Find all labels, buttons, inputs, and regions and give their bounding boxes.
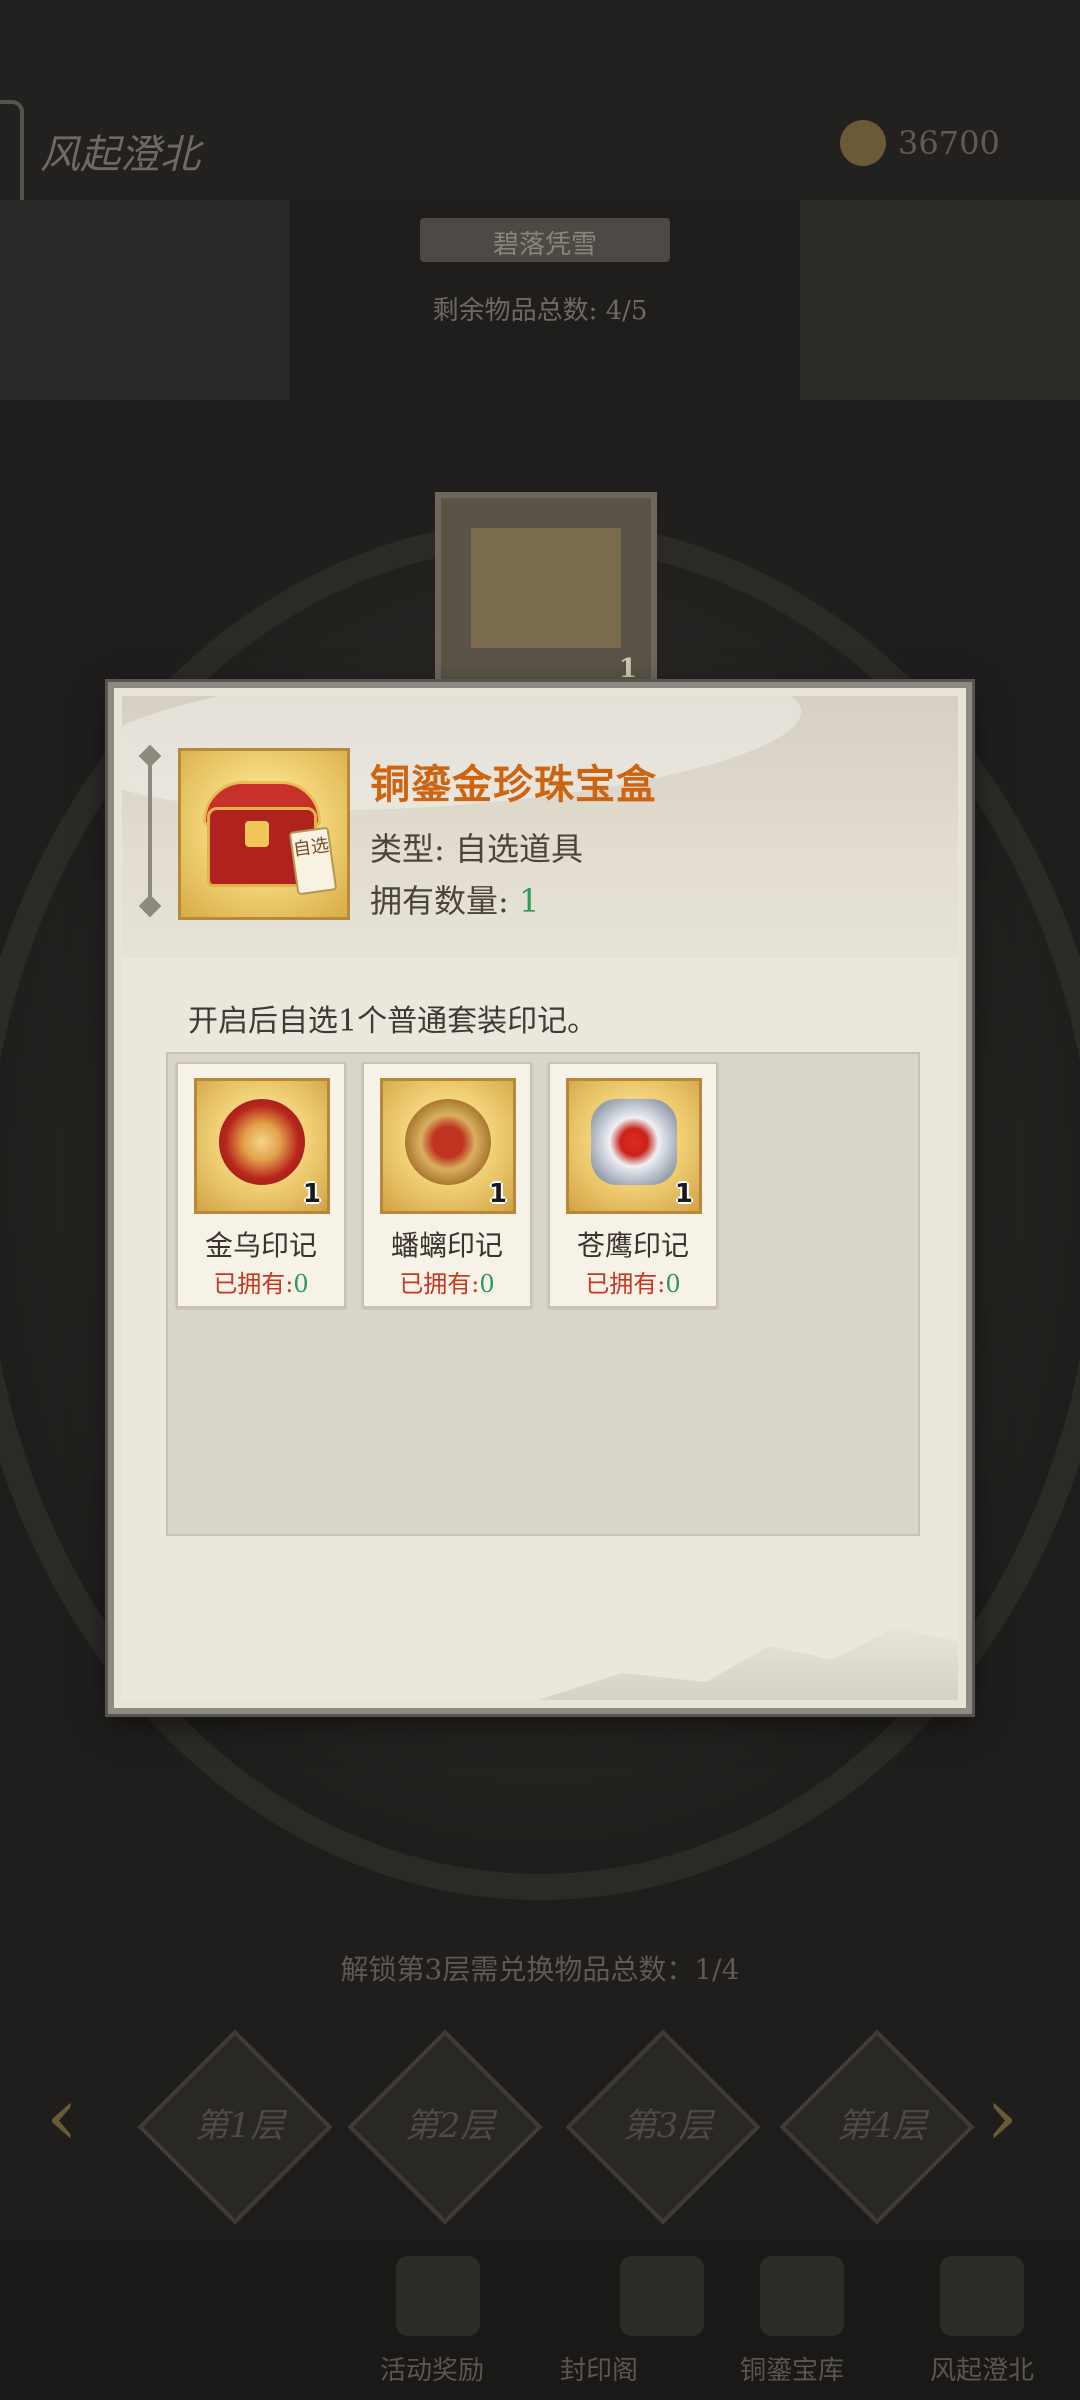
floor-3-label: 第3层 — [622, 2105, 713, 2146]
treasure-chest-icon: 自选 — [178, 748, 350, 920]
owned-quantity-label: 拥有数量: — [370, 882, 509, 920]
panchi-dragon-seal-icon — [405, 1099, 491, 1185]
preview-item-icon — [471, 528, 621, 648]
ink-landscape-decoration — [538, 1628, 958, 1700]
nav-tab-2[interactable]: 封印阁 — [560, 2350, 638, 2387]
item-owned-quantity: 拥有数量: 1 — [370, 876, 539, 922]
golden-crow-seal-icon — [219, 1099, 305, 1185]
selectable-tag: 自选 — [288, 826, 338, 896]
header-bracket-line — [148, 756, 152, 906]
option-count: 1 — [674, 1179, 693, 1209]
chest-lock — [245, 821, 269, 847]
item-type: 类型: 自选道具 — [370, 830, 583, 868]
nav-tab-1[interactable]: 活动奖励 — [380, 2350, 484, 2387]
option-owned: 已拥有:0 — [178, 1264, 344, 1299]
option-owned-value: 0 — [665, 1270, 681, 1298]
currency-value: 36700 — [898, 124, 1000, 162]
reward-option-card[interactable]: 1 金乌印记 已拥有:0 — [176, 1062, 346, 1308]
item-description: 开启后自选1个普通套装印记。 — [188, 1004, 598, 1039]
item-detail-modal: 自选 铜鎏金珍珠宝盒 类型: 自选道具 拥有数量: 1 开启后自选1个普通套装印… — [108, 682, 972, 1714]
header-panel-right — [800, 200, 1080, 400]
next-floor-arrow-icon[interactable]: › — [986, 2070, 1018, 2163]
option-count: 1 — [302, 1179, 321, 1209]
option-count: 1 — [488, 1179, 507, 1209]
option-owned-value: 0 — [479, 1270, 495, 1298]
prev-floor-arrow-icon[interactable]: ‹ — [46, 2070, 78, 2163]
reward-option-card[interactable]: 1 苍鹰印记 已拥有:0 — [548, 1062, 718, 1308]
modal-body: 自选 铜鎏金珍珠宝盒 类型: 自选道具 拥有数量: 1 开启后自选1个普通套装印… — [122, 696, 958, 1700]
floor-1-label: 第1层 — [194, 2105, 285, 2146]
option-name: 苍鹰印记 — [576, 1229, 689, 1262]
nav-tab-4[interactable]: 风起澄北 — [930, 2350, 1034, 2387]
option-owned-label: 已拥有: — [399, 1270, 480, 1298]
option-owned: 已拥有:0 — [364, 1264, 530, 1299]
item-name: 铜鎏金珍珠宝盒 — [370, 761, 657, 808]
nav-icon-2 — [620, 2256, 704, 2336]
header-panel-left — [0, 200, 290, 400]
nav-icon-4 — [940, 2256, 1024, 2336]
remaining-items-text: 剩余物品总数: 4/5 — [432, 296, 648, 326]
preview-item[interactable]: 1 — [435, 492, 657, 694]
option-icon-frame: 1 — [566, 1078, 702, 1214]
nav-icon-1 — [396, 2256, 480, 2336]
event-banner-text: 碧落凭雪 — [492, 230, 597, 260]
floor-2-label: 第2层 — [404, 2105, 495, 2146]
option-owned: 已拥有:0 — [550, 1264, 716, 1299]
nav-tab-3[interactable]: 铜鎏宝库 — [740, 2350, 844, 2387]
goshawk-seal-icon — [591, 1099, 677, 1185]
floor-4-label: 第4层 — [836, 2105, 927, 2146]
preview-item-count: 1 — [618, 654, 637, 684]
nav-icon-3 — [760, 2256, 844, 2336]
option-name: 蟠螭印记 — [390, 1229, 503, 1262]
option-owned-label: 已拥有: — [585, 1270, 666, 1298]
option-owned-value: 0 — [293, 1270, 309, 1298]
bottom-nav-bar — [0, 2240, 1080, 2400]
owned-quantity-value: 1 — [518, 882, 540, 920]
coin-icon — [840, 120, 886, 166]
unlock-progress-text: 解锁第3层需兑换物品总数：1/4 — [340, 1953, 740, 1986]
event-banner: 碧落凭雪 — [420, 218, 670, 262]
option-name: 金乌印记 — [204, 1229, 317, 1262]
option-icon-frame: 1 — [380, 1078, 516, 1214]
reward-options-grid: 1 金乌印记 已拥有:0 1 蟠螭印记 已拥有:0 1 苍鹰印记 已拥有:0 — [166, 1052, 920, 1536]
option-icon-frame: 1 — [194, 1078, 330, 1214]
reward-option-card[interactable]: 1 蟠螭印记 已拥有:0 — [362, 1062, 532, 1308]
option-owned-label: 已拥有: — [213, 1270, 294, 1298]
screen-title: 风起澄北 — [40, 132, 200, 178]
